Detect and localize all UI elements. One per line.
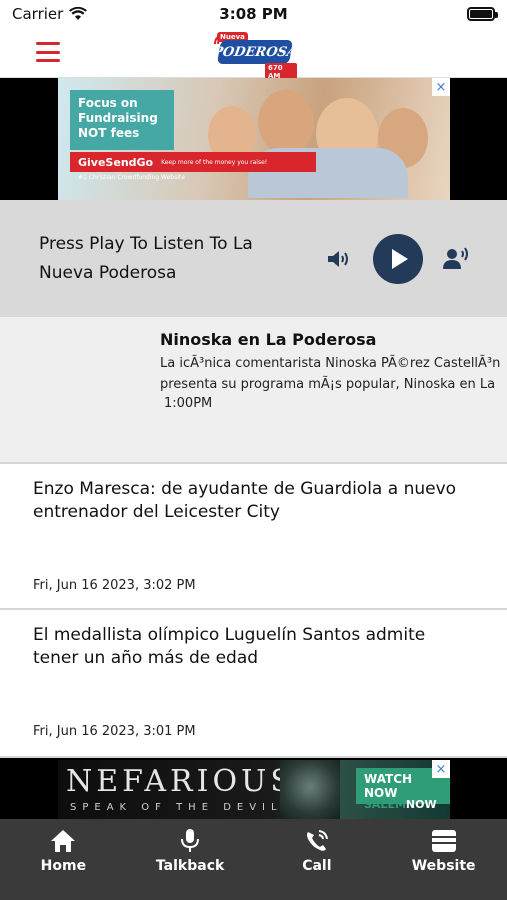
ad-movie-subtitle: SPEAK OF THE DEVIL (70, 802, 283, 813)
bottom-ad-creative[interactable]: NEFARIOUS SPEAK OF THE DEVIL WATCH NOW S… (58, 760, 450, 820)
ad-brand-sub: #1 Christian Crowdfunding Website (78, 174, 185, 181)
current-show[interactable]: Ninoska en La Poderosa La icÃ³nica comen… (0, 317, 507, 462)
news-date: Fri, Jun 16 2023, 3:01 PM (33, 724, 196, 739)
microphone-icon (181, 829, 200, 852)
close-icon[interactable]: × (432, 760, 450, 778)
news-title: Enzo Maresca: de ayudante de Guardiola a… (33, 479, 457, 522)
phone-call-icon (306, 830, 328, 851)
nav-website-label: Website (411, 858, 476, 874)
news-title: El medallista olímpico Luguelín Santos a… (33, 625, 426, 668)
ad-photo (188, 88, 438, 198)
top-ad: Focus on Fundraising NOT fees GiveSendGo… (0, 78, 507, 200)
menu-icon[interactable] (36, 42, 60, 62)
ad-tagline: Keep more of the money you raise! (161, 158, 268, 166)
top-ad-creative[interactable]: Focus on Fundraising NOT fees GiveSendGo… (58, 78, 450, 200)
ad-sponsor-b: NOW (405, 798, 437, 811)
nav-talkback[interactable]: Talkback (127, 819, 254, 900)
ad-sponsor: SALEMNOW (364, 798, 437, 811)
play-icon (392, 249, 408, 269)
nav-home[interactable]: Home (0, 819, 127, 900)
nav-talkback-label: Talkback (155, 858, 225, 874)
ad-sponsor-a: SALEM (364, 798, 406, 811)
battery-icon (467, 7, 498, 21)
player-prompt: Press Play To Listen To La Nueva Poderos… (39, 234, 253, 283)
bottom-ad: NEFARIOUS SPEAK OF THE DEVIL WATCH NOW S… (0, 756, 507, 820)
nav-home-label: Home (40, 858, 87, 874)
home-icon (51, 830, 76, 852)
show-title: Ninoska en La Poderosa (160, 330, 377, 349)
browser-icon (431, 830, 456, 852)
carrier-label: Carrier (12, 5, 64, 23)
show-description: La icÃ³nica comentarista Ninoska PÃ©rez … (160, 353, 505, 395)
ad-brand-banner: GiveSendGo Keep more of the money you ra… (70, 152, 316, 172)
close-icon[interactable]: × (432, 78, 450, 96)
station-logo: Nueva PODEROSA 670 AM (212, 32, 298, 81)
audio-player: Press Play To Listen To La Nueva Poderos… (0, 200, 507, 317)
ad-photo (280, 760, 340, 820)
news-item[interactable]: El medallista olímpico Luguelín Santos a… (0, 608, 507, 754)
nav-website[interactable]: Website (380, 819, 507, 900)
ad-headline: Focus on Fundraising NOT fees (70, 90, 174, 150)
logo-main-text: PODEROSA (212, 40, 298, 64)
news-date: Fri, Jun 16 2023, 3:02 PM (33, 578, 196, 593)
play-button[interactable] (373, 234, 423, 284)
show-description-line: presenta su programa mÃ¡s popular, Ninos… (160, 377, 496, 392)
speaking-person-icon[interactable] (442, 245, 470, 271)
show-time: 1:00PM (164, 396, 213, 411)
show-description-line: La icÃ³nica comentarista Ninoska PÃ©rez … (160, 356, 501, 371)
status-bar: Carrier 3:08 PM (0, 0, 507, 28)
nav-call-label: Call (302, 858, 332, 874)
ad-brand: GiveSendGo (78, 155, 154, 169)
nav-call[interactable]: Call (254, 819, 381, 900)
ad-movie-title: NEFARIOUS (66, 764, 295, 799)
volume-icon[interactable] (326, 247, 352, 271)
news-item[interactable]: Enzo Maresca: de ayudante de Guardiola a… (0, 462, 507, 608)
bottom-nav: Home Talkback Call Website (0, 819, 507, 900)
wifi-icon (69, 7, 88, 20)
status-left: Carrier (12, 5, 88, 23)
app-header: Nueva PODEROSA 670 AM (0, 28, 507, 81)
